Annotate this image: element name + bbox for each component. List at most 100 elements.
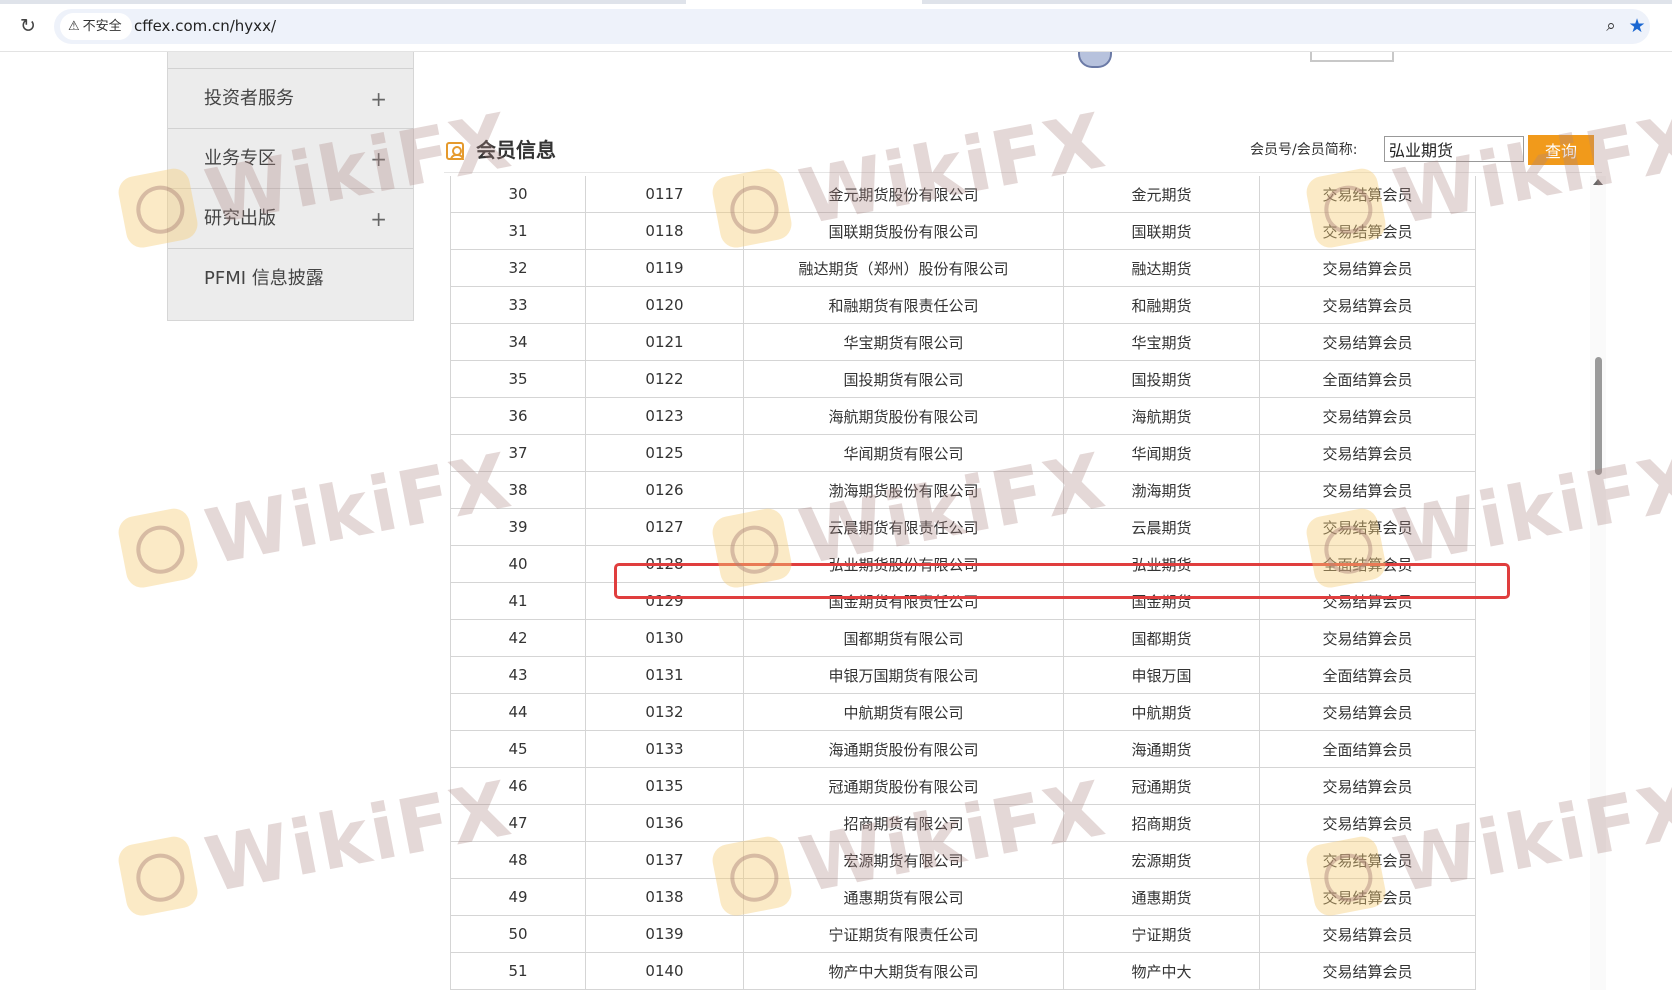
watermark: WikiFX	[112, 435, 519, 618]
member-name-cell: 云晨期货有限责任公司	[743, 508, 1064, 546]
table-row: 35 0122 国投期货有限公司 国投期货 全面结算会员	[450, 360, 1476, 398]
seq-cell: 42	[450, 619, 586, 657]
seq-cell: 34	[450, 323, 586, 361]
table-row: 32 0119 融达期货（郑州）股份有限公司 融达期货 交易结算会员	[450, 249, 1476, 287]
url-text[interactable]: cffex.com.cn/hyxx/	[134, 9, 276, 44]
member-short-name-cell: 云晨期货	[1063, 508, 1260, 546]
member-number-cell: 0138	[585, 878, 744, 916]
reload-icon[interactable]: ↻	[16, 14, 40, 38]
seq-cell: 41	[450, 582, 586, 620]
member-name-cell: 中航期货有限公司	[743, 693, 1064, 731]
member-number-cell: 0123	[585, 397, 744, 435]
browser-toolbar: ↻ ⚠ 不安全 cffex.com.cn/hyxx/ ⌕ ★	[0, 0, 1672, 52]
expand-plus-icon[interactable]: +	[370, 189, 387, 249]
member-number-cell: 0118	[585, 212, 744, 250]
member-number-cell: 0140	[585, 952, 744, 990]
sidebar-item-research-publications[interactable]: 研究出版 +	[168, 188, 413, 249]
member-type-cell: 交易结算会员	[1259, 952, 1476, 990]
table-row: 50 0139 宁证期货有限责任公司 宁证期货 交易结算会员	[450, 915, 1476, 953]
tab-strip	[0, 0, 1672, 4]
table-row: 30 0117 金元期货股份有限公司 金元期货 交易结算会员	[450, 176, 1476, 213]
watermark: WikiFX	[112, 763, 519, 946]
table-row: 45 0133 海通期货股份有限公司 海通期货 全面结算会员	[450, 730, 1476, 768]
page-viewport: 投资者服务 + 业务专区 + 研究出版 + PFMI 信息披露 会员信息 会员号…	[0, 52, 1672, 990]
table-row: 47 0136 招商期货有限公司 招商期货 交易结算会员	[450, 804, 1476, 842]
member-number-cell: 0133	[585, 730, 744, 768]
table-row: 49 0138 通惠期货有限公司 通惠期货 交易结算会员	[450, 878, 1476, 916]
zoom-icon[interactable]: ⌕	[1600, 15, 1622, 37]
seq-cell: 51	[450, 952, 586, 990]
member-number-cell: 0131	[585, 656, 744, 694]
table-row: 51 0140 物产中大期货有限公司 物产中大 交易结算会员	[450, 952, 1476, 990]
member-short-name-cell: 招商期货	[1063, 804, 1260, 842]
member-number-cell: 0136	[585, 804, 744, 842]
scroll-up-arrow-icon[interactable]	[1593, 179, 1603, 185]
member-type-cell: 交易结算会员	[1259, 249, 1476, 287]
member-type-cell: 交易结算会员	[1259, 878, 1476, 916]
table-row: 39 0127 云晨期货有限责任公司 云晨期货 交易结算会员	[450, 508, 1476, 546]
search-button[interactable]: 查询	[1528, 135, 1594, 165]
member-short-name-cell: 融达期货	[1063, 249, 1260, 287]
expand-plus-icon[interactable]: +	[370, 69, 387, 129]
seq-cell: 33	[450, 286, 586, 324]
member-name-cell: 渤海期货股份有限公司	[743, 471, 1064, 509]
member-name-cell: 申银万国期货有限公司	[743, 656, 1064, 694]
member-number-cell: 0121	[585, 323, 744, 361]
watermark-logo-icon	[115, 505, 201, 591]
sidebar-item-investor-services[interactable]: 投资者服务 +	[168, 68, 413, 129]
seq-cell: 37	[450, 434, 586, 472]
member-number-cell: 0119	[585, 249, 744, 287]
highlight-annotation	[614, 563, 1510, 599]
member-short-name-cell: 国都期货	[1063, 619, 1260, 657]
seq-cell: 49	[450, 878, 586, 916]
seq-cell: 31	[450, 212, 586, 250]
member-type-cell: 交易结算会员	[1259, 508, 1476, 546]
member-name-cell: 华宝期货有限公司	[743, 323, 1064, 361]
active-tab-edge[interactable]	[686, 0, 922, 4]
security-indicator[interactable]: ⚠ 不安全	[60, 13, 132, 40]
member-name-cell: 国联期货股份有限公司	[743, 212, 1064, 250]
member-number-cell: 0117	[585, 176, 744, 213]
member-number-cell: 0130	[585, 619, 744, 657]
seq-cell: 39	[450, 508, 586, 546]
member-short-name-cell: 华闻期货	[1063, 434, 1260, 472]
member-short-name-cell: 中航期货	[1063, 693, 1260, 731]
sidebar-item-label: 投资者服务	[204, 88, 294, 109]
member-number-cell: 0139	[585, 915, 744, 953]
table-row: 34 0121 华宝期货有限公司 华宝期货 交易结算会员	[450, 323, 1476, 361]
member-short-name-cell: 渤海期货	[1063, 471, 1260, 509]
address-bar[interactable]: ⚠ 不安全 cffex.com.cn/hyxx/ ⌕ ★	[54, 9, 1650, 44]
member-short-name-cell: 宏源期货	[1063, 841, 1260, 879]
member-name-cell: 国投期货有限公司	[743, 360, 1064, 398]
member-name-cell: 宁证期货有限责任公司	[743, 915, 1064, 953]
member-type-cell: 交易结算会员	[1259, 286, 1476, 324]
table-row: 38 0126 渤海期货股份有限公司 渤海期货 交易结算会员	[450, 471, 1476, 509]
warning-icon: ⚠	[68, 19, 80, 34]
seq-cell: 50	[450, 915, 586, 953]
table-row: 33 0120 和融期货有限责任公司 和融期货 交易结算会员	[450, 286, 1476, 324]
security-label: 不安全	[82, 19, 122, 34]
sidebar-item-pfmi-disclosure[interactable]: PFMI 信息披露	[168, 248, 413, 309]
table-row: 48 0137 宏源期货有限公司 宏源期货 交易结算会员	[450, 841, 1476, 879]
member-short-name-cell: 海航期货	[1063, 397, 1260, 435]
expand-plus-icon[interactable]: +	[370, 129, 387, 189]
table-row: 31 0118 国联期货股份有限公司 国联期货 交易结算会员	[450, 212, 1476, 250]
member-number-cell: 0120	[585, 286, 744, 324]
scrollbar-thumb[interactable]	[1595, 357, 1602, 475]
scrollbar-track[interactable]	[1590, 176, 1606, 990]
sidebar-item-business-zone[interactable]: 业务专区 +	[168, 128, 413, 189]
member-search-input[interactable]	[1384, 136, 1524, 162]
header-illustration	[1078, 52, 1112, 68]
search-label: 会员号/会员简称:	[1250, 142, 1358, 158]
member-type-cell: 全面结算会员	[1259, 656, 1476, 694]
member-type-cell: 交易结算会员	[1259, 767, 1476, 805]
member-short-name-cell: 国联期货	[1063, 212, 1260, 250]
bookmark-star-icon[interactable]: ★	[1626, 15, 1648, 37]
table-row: 36 0123 海航期货股份有限公司 海航期货 交易结算会员	[450, 397, 1476, 435]
member-number-cell: 0137	[585, 841, 744, 879]
seq-cell: 32	[450, 249, 586, 287]
watermark-logo-icon	[115, 833, 201, 919]
member-name-cell: 海航期货股份有限公司	[743, 397, 1064, 435]
seq-cell: 47	[450, 804, 586, 842]
section-header: 会员信息 会员号/会员简称: 查询	[444, 128, 1602, 173]
